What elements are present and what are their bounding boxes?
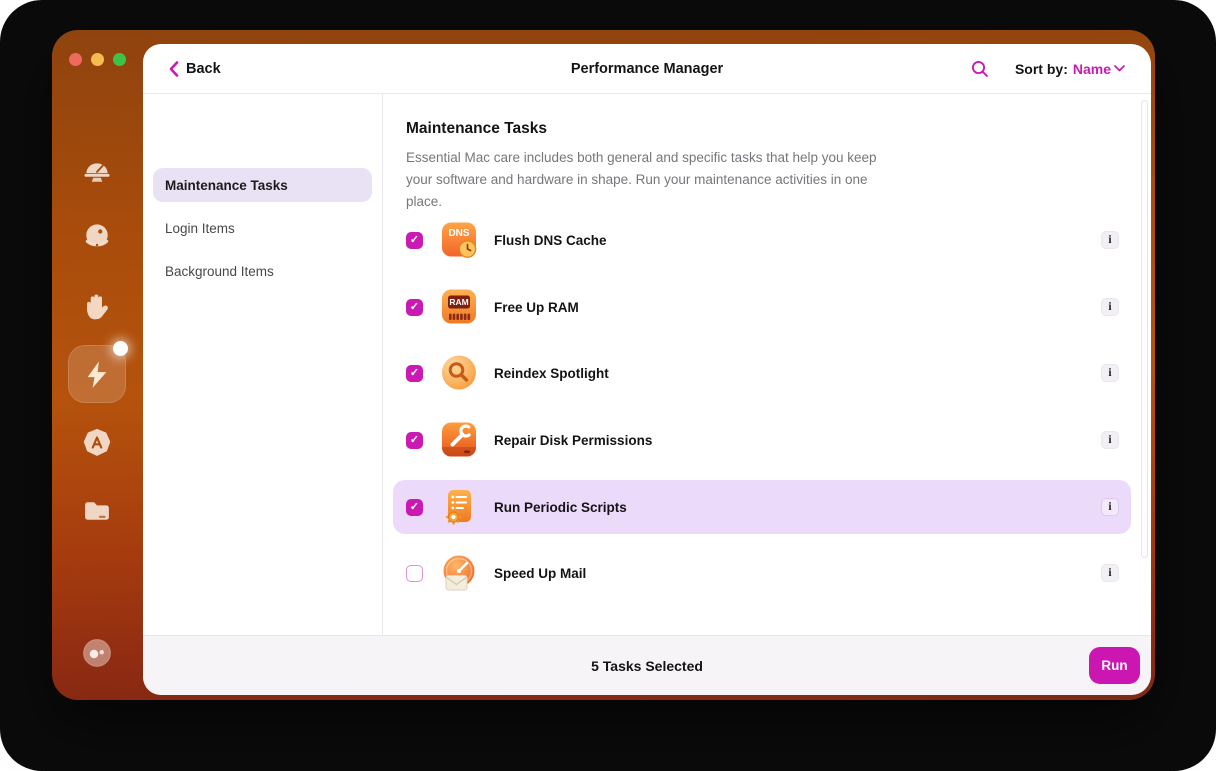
app-window: Back Performance Manager Sort by: Name	[52, 30, 1155, 700]
tasks-selected-status: 5 Tasks Selected	[143, 636, 1151, 695]
sidebar-item-cleanup[interactable]	[81, 154, 113, 186]
sidebar-item-maintenance-tasks[interactable]: Maintenance Tasks	[153, 168, 372, 202]
info-button[interactable]: i	[1101, 498, 1119, 516]
task-checkbox[interactable]: ✓	[406, 232, 423, 249]
sort-by-label: Sort by:	[1015, 61, 1068, 77]
task-list-panel: Maintenance Tasks Essential Mac care inc…	[383, 94, 1151, 635]
section-sidebar: Maintenance Tasks Login Items Background…	[143, 94, 383, 635]
info-button[interactable]: i	[1101, 364, 1119, 382]
checkmark-icon: ✓	[410, 435, 419, 446]
task-label: Speed Up Mail	[494, 566, 586, 581]
dns-clock-icon: DNS	[440, 221, 478, 259]
task-label: Run Periodic Scripts	[494, 500, 627, 515]
info-button[interactable]: i	[1101, 231, 1119, 249]
svg-text:DNS: DNS	[448, 228, 469, 239]
task-label: Repair Disk Permissions	[494, 433, 652, 448]
ram-chip-icon: RAM	[440, 288, 478, 326]
panel-header: Back Performance Manager Sort by: Name	[143, 44, 1151, 94]
checkmark-icon: ✓	[410, 302, 419, 313]
dock-rail	[52, 30, 143, 700]
folder-icon	[82, 496, 112, 526]
applications-icon	[82, 428, 112, 458]
task-row[interactable]: ✓ Repair Disk Permissions i	[393, 413, 1131, 467]
main-panel: Back Performance Manager Sort by: Name	[143, 44, 1151, 695]
sidebar-item-assistant[interactable]	[81, 637, 113, 669]
task-checkbox[interactable]: ✓	[406, 299, 423, 316]
search-icon[interactable]	[971, 60, 989, 78]
task-checkbox[interactable]: ✓	[406, 365, 423, 382]
checkmark-icon: ✓	[410, 368, 419, 379]
section-description: Essential Mac care includes both general…	[406, 147, 892, 213]
sidebar-item-background-items[interactable]: Background Items	[153, 254, 372, 288]
notification-dot	[113, 341, 128, 356]
sort-by-control[interactable]: Sort by: Name	[1015, 61, 1125, 77]
task-row[interactable]: ✓ Reindex Spotlight i	[393, 346, 1131, 400]
sidebar-item-clutter[interactable]	[81, 495, 113, 527]
task-checkbox[interactable]: ✓	[406, 432, 423, 449]
task-checkbox[interactable]	[406, 565, 423, 582]
svg-text:RAM: RAM	[449, 297, 468, 307]
task-row[interactable]: ✓ RAM Free Up	[393, 280, 1131, 334]
task-checkbox[interactable]: ✓	[406, 499, 423, 516]
hand-icon	[82, 291, 112, 321]
info-button[interactable]: i	[1101, 431, 1119, 449]
scrollbar[interactable]	[1141, 100, 1148, 558]
task-row-selected[interactable]: ✓	[393, 480, 1131, 534]
task-row[interactable]: Speed Up Mail i	[393, 546, 1131, 600]
screen: Back Performance Manager Sort by: Name	[0, 0, 1216, 771]
task-label: Flush DNS Cache	[494, 233, 607, 248]
chevron-down-icon	[1114, 65, 1125, 72]
checkmark-icon: ✓	[410, 502, 419, 513]
task-icon-partial	[440, 627, 478, 635]
cleanup-icon	[82, 155, 112, 185]
sidebar-item-privacy[interactable]	[81, 290, 113, 322]
script-gear-icon	[440, 488, 478, 526]
lightning-bolt-icon	[82, 359, 112, 389]
sidebar-item-performance[interactable]	[68, 345, 126, 403]
run-button[interactable]: Run	[1089, 647, 1140, 684]
sidebar-item-label: Maintenance Tasks	[165, 178, 288, 193]
info-button[interactable]: i	[1101, 564, 1119, 582]
sidebar-item-protection[interactable]	[81, 221, 113, 253]
task-label: Free Up RAM	[494, 300, 579, 315]
task-label: Reindex Spotlight	[494, 366, 609, 381]
task-row-partial[interactable]	[393, 619, 1131, 635]
task-row[interactable]: ✓ DNS Flush DNS Cache i	[393, 213, 1131, 267]
assistant-orb-icon	[82, 638, 112, 668]
panel-footer: 5 Tasks Selected Run	[143, 635, 1151, 695]
sidebar-item-applications[interactable]	[81, 427, 113, 459]
protection-orb-icon	[82, 222, 112, 252]
spotlight-magnifier-icon	[440, 354, 478, 392]
sidebar-item-login-items[interactable]: Login Items	[153, 211, 372, 245]
sidebar-item-label: Login Items	[165, 221, 235, 236]
section-heading: Maintenance Tasks	[406, 120, 547, 138]
sort-value: Name	[1073, 61, 1111, 77]
checkmark-icon: ✓	[410, 235, 419, 246]
disk-wrench-icon	[440, 421, 478, 459]
mail-speedometer-icon	[440, 554, 478, 592]
info-button[interactable]: i	[1101, 298, 1119, 316]
sidebar-item-label: Background Items	[165, 264, 274, 279]
